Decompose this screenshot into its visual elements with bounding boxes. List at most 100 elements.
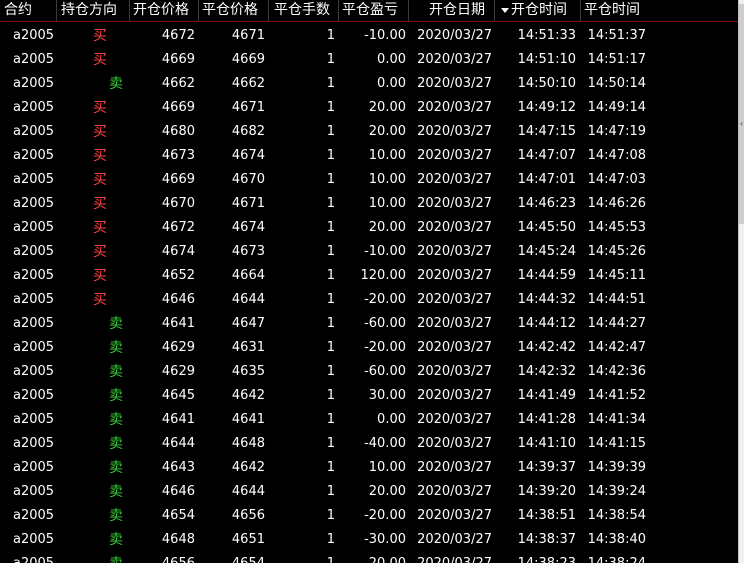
- cell-open-date: 2020/03/27: [417, 292, 492, 307]
- cell-direction: 卖: [109, 412, 123, 428]
- table-row[interactable]: a2005 买 4680 4682 1 20.00 2020/03/27 14:47:15 14…: [0, 120, 738, 144]
- cell-pnl: -20.00: [364, 292, 406, 307]
- cell-direction: 卖: [109, 436, 123, 452]
- cell-contract: a2005: [13, 484, 55, 499]
- cell-contract: a2005: [13, 316, 55, 331]
- cell-direction: 卖: [109, 484, 123, 500]
- cell-open-price: 4648: [161, 532, 195, 547]
- cell-close-time: 14:47:19: [587, 124, 646, 139]
- cell-close-time: 14:44:27: [587, 316, 646, 331]
- cell-close-price: 4671: [231, 28, 265, 43]
- table-row[interactable]: a2005 卖 4641 4647 1 -60.00 2020/03/27 14:44:12 1…: [0, 312, 738, 336]
- cell-close-price: 4651: [231, 532, 265, 547]
- cell-open-time: 14:42:42: [517, 340, 576, 355]
- column-header-close-qty[interactable]: 平仓手数: [269, 0, 339, 21]
- column-header-open-date[interactable]: 开仓日期: [409, 0, 495, 21]
- table-row[interactable]: a2005 买 4669 4670 1 10.00 2020/03/27 14:47:01 14…: [0, 168, 738, 192]
- cell-open-date: 2020/03/27: [417, 52, 492, 67]
- table-row[interactable]: a2005 买 4670 4671 1 10.00 2020/03/27 14:46:23 14…: [0, 192, 738, 216]
- cell-pnl: 0.00: [377, 412, 406, 427]
- cell-open-time: 14:41:10: [517, 436, 576, 451]
- cell-direction: 卖: [109, 460, 123, 476]
- cell-close-price: 4641: [231, 412, 265, 427]
- cell-pnl: -40.00: [364, 436, 406, 451]
- table-row[interactable]: a2005 买 4646 4644 1 -20.00 2020/03/27 14:44:32 1…: [0, 288, 738, 312]
- table-row[interactable]: a2005 卖 4648 4651 1 -30.00 2020/03/27 14:38:37 1…: [0, 528, 738, 552]
- table-row[interactable]: a2005 卖 4643 4642 1 10.00 2020/03/27 14:39:37 14…: [0, 456, 738, 480]
- cell-direction: 买: [93, 220, 107, 236]
- cell-open-price: 4645: [161, 388, 195, 403]
- scrollbar-thumb[interactable]: [739, 4, 744, 224]
- cell-open-price: 4672: [161, 220, 195, 235]
- cell-contract: a2005: [13, 412, 55, 427]
- cell-open-time: 14:39:37: [517, 460, 576, 475]
- vertical-scrollbar[interactable]: ‹: [738, 0, 744, 573]
- cell-close-time: 14:39:39: [587, 460, 646, 475]
- cell-open-date: 2020/03/27: [417, 28, 492, 43]
- cell-close-price: 4631: [231, 340, 265, 355]
- cell-open-time: 14:44:12: [517, 316, 576, 331]
- cell-close-price: 4656: [231, 508, 265, 523]
- cell-contract: a2005: [13, 508, 55, 523]
- cell-contract: a2005: [13, 220, 55, 235]
- table-row[interactable]: a2005 卖 4646 4644 1 20.00 2020/03/27 14:39:20 14…: [0, 480, 738, 504]
- table-row[interactable]: a2005 买 4674 4673 1 -10.00 2020/03/27 14:45:24 1…: [0, 240, 738, 264]
- cell-open-date: 2020/03/27: [417, 100, 492, 115]
- table-row[interactable]: a2005 卖 4629 4635 1 -60.00 2020/03/27 14:42:32 1…: [0, 360, 738, 384]
- cell-close-price: 4642: [231, 388, 265, 403]
- table-row[interactable]: a2005 卖 4644 4648 1 -40.00 2020/03/27 14:41:10 1…: [0, 432, 738, 456]
- cell-pnl: -20.00: [364, 508, 406, 523]
- table-row[interactable]: a2005 买 4669 4671 1 20.00 2020/03/27 14:49:12 14…: [0, 96, 738, 120]
- table-row[interactable]: a2005 卖 4654 4656 1 -20.00 2020/03/27 14:38:51 1…: [0, 504, 738, 528]
- cell-open-date: 2020/03/27: [417, 340, 492, 355]
- cell-close-qty: 1: [326, 124, 335, 139]
- cell-open-price: 4670: [161, 196, 195, 211]
- table-row[interactable]: a2005 卖 4662 4662 1 0.00 2020/03/27 14:50:10 14:…: [0, 72, 738, 96]
- column-header-pnl[interactable]: 平仓盈亏: [339, 0, 409, 21]
- cell-direction: 买: [93, 124, 107, 140]
- cell-pnl: 120.00: [360, 268, 407, 283]
- cell-contract: a2005: [13, 340, 55, 355]
- scroll-arrow-icon[interactable]: ‹: [739, 120, 744, 128]
- table-row[interactable]: a2005 卖 4641 4641 1 0.00 2020/03/27 14:41:28 14:…: [0, 408, 738, 432]
- cell-open-price: 4669: [161, 100, 195, 115]
- table-row[interactable]: a2005 买 4652 4664 1 120.00 2020/03/27 14:44:59 1…: [0, 264, 738, 288]
- cell-close-time: 14:51:17: [587, 52, 646, 67]
- column-header-open-time[interactable]: 开仓时间: [495, 0, 581, 21]
- column-header-close-price[interactable]: 平仓价格: [199, 0, 269, 21]
- table-row[interactable]: a2005 买 4672 4674 1 20.00 2020/03/27 14:45:50 14…: [0, 216, 738, 240]
- cell-close-qty: 1: [326, 460, 335, 475]
- cell-open-date: 2020/03/27: [417, 532, 492, 547]
- cell-close-time: 14:38:40: [587, 532, 646, 547]
- column-header-direction[interactable]: 持仓方向: [57, 0, 130, 21]
- cell-direction: 买: [93, 148, 107, 164]
- table-row[interactable]: a2005 卖 4629 4631 1 -20.00 2020/03/27 14:42:42 1…: [0, 336, 738, 360]
- cell-close-price: 4642: [231, 460, 265, 475]
- cell-open-date: 2020/03/27: [417, 484, 492, 499]
- cell-close-qty: 1: [326, 316, 335, 331]
- column-header-open-time-label: 开仓时间: [511, 2, 567, 18]
- cell-open-time: 14:47:07: [517, 148, 576, 163]
- column-header-close-time[interactable]: 平仓时间: [581, 0, 738, 21]
- table-row[interactable]: a2005 卖 4645 4642 1 30.00 2020/03/27 14:41:49 14…: [0, 384, 738, 408]
- cell-open-price: 4674: [161, 244, 195, 259]
- cell-direction: 买: [93, 100, 107, 116]
- table-row[interactable]: a2005 买 4672 4671 1 -10.00 2020/03/27 14:51:33 1…: [0, 24, 738, 48]
- table-row[interactable]: a2005 买 4673 4674 1 10.00 2020/03/27 14:47:07 14…: [0, 144, 738, 168]
- cell-close-price: 4671: [231, 100, 265, 115]
- column-header-contract[interactable]: 合约: [0, 0, 57, 21]
- cell-open-price: 4654: [161, 508, 195, 523]
- cell-contract: a2005: [13, 244, 55, 259]
- table-row[interactable]: a2005 买 4669 4669 1 0.00 2020/03/27 14:51:10 14:…: [0, 48, 738, 72]
- cell-open-price: 4641: [161, 412, 195, 427]
- cell-open-price: 4629: [161, 364, 195, 379]
- cell-close-price: 4647: [231, 316, 265, 331]
- cell-direction: 买: [93, 196, 107, 212]
- column-header-open-price[interactable]: 开仓价格: [130, 0, 199, 21]
- cell-contract: a2005: [13, 124, 55, 139]
- cell-close-time: 14:47:08: [587, 148, 646, 163]
- cell-close-time: 14:38:54: [587, 508, 646, 523]
- cell-contract: a2005: [13, 460, 55, 475]
- cell-direction: 买: [93, 244, 107, 260]
- cell-close-time: 14:45:11: [587, 268, 646, 283]
